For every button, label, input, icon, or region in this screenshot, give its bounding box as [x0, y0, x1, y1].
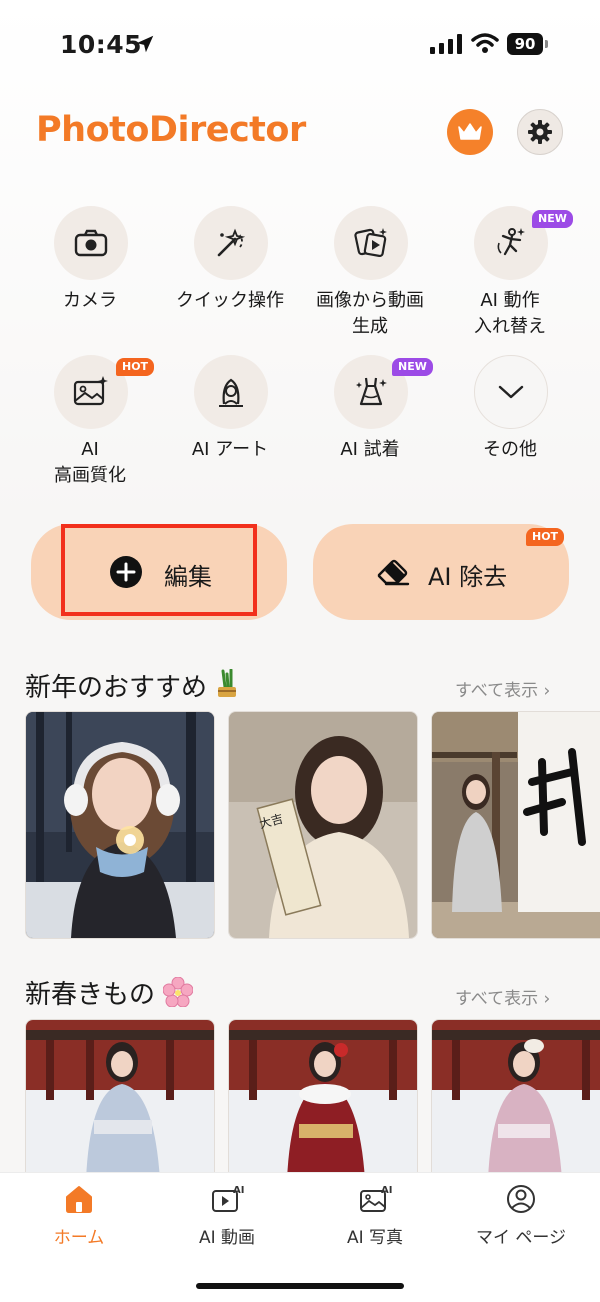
- nav-home[interactable]: ホーム: [4, 1173, 154, 1273]
- gear-icon: [528, 120, 552, 144]
- thumbnail-kimono-blue[interactable]: [25, 1019, 215, 1181]
- dance-motion-icon: [497, 228, 525, 256]
- new-badge: NEW: [532, 210, 573, 228]
- ai-photo-icon: AI: [360, 1185, 392, 1212]
- image-to-video-icon: [354, 228, 387, 258]
- chevron-down-icon: [498, 385, 524, 399]
- nav-label: ホーム: [53, 1228, 105, 1248]
- profile-icon: [507, 1185, 535, 1213]
- section-title-new-year: 新年のおすすめ: [25, 667, 239, 704]
- settings-button[interactable]: [517, 109, 563, 155]
- wifi-icon: [471, 33, 499, 53]
- cherry-blossom-icon: [162, 976, 194, 1008]
- feature-label: AI アート: [191, 439, 269, 460]
- battery-level: 90: [507, 33, 543, 55]
- ai-remove-button[interactable]: AI 除去 HOT: [313, 524, 569, 620]
- thumbnail-kimono-red[interactable]: [228, 1019, 418, 1181]
- feature-label: AI 動作 入れ替え: [474, 290, 546, 337]
- hot-badge: HOT: [526, 528, 565, 546]
- status-time: 10:45: [60, 30, 143, 59]
- feature-label: その他: [483, 439, 537, 460]
- magic-wand-icon: [217, 228, 246, 257]
- nav-label: AI 写真: [346, 1228, 404, 1248]
- thumbnail-calligraphy[interactable]: [431, 711, 600, 939]
- camera-icon: [74, 229, 108, 257]
- image-enhance-icon: [73, 376, 108, 406]
- feature-label: カメラ: [63, 290, 117, 311]
- photo-kimono-blue: [26, 1020, 214, 1180]
- home-indicator: [196, 1283, 404, 1289]
- thumbnail-kimono-pink[interactable]: [431, 1019, 600, 1181]
- crown-icon: [458, 123, 482, 140]
- app-logo: PhotoDirector: [36, 110, 306, 150]
- nav-my-page[interactable]: マイ ページ: [446, 1173, 596, 1273]
- feature-label: AI 試着: [340, 439, 400, 460]
- premium-button[interactable]: [447, 109, 493, 155]
- nav-label: AI 動画: [198, 1228, 256, 1248]
- home-icon: [66, 1186, 92, 1213]
- eraser-icon: [377, 559, 410, 586]
- kadomatsu-icon: [218, 668, 237, 697]
- hot-badge: HOT: [116, 358, 155, 376]
- svg-text:AI: AI: [381, 1185, 392, 1196]
- status-bar: 10:45 90: [0, 0, 600, 90]
- photo-kimono-red: [229, 1020, 417, 1180]
- see-all-link[interactable]: すべて表示 ›: [455, 984, 550, 1009]
- thumbnail-omikuji[interactable]: 大吉: [228, 711, 418, 939]
- nav-ai-photo[interactable]: AI AI 写真: [300, 1173, 450, 1273]
- new-badge: NEW: [392, 358, 433, 376]
- dress-icon: [356, 377, 387, 406]
- feature-label: AI 高画質化: [54, 439, 126, 486]
- see-all-link[interactable]: すべて表示 ›: [455, 676, 550, 701]
- signal-icon: [430, 34, 462, 54]
- nav-label: マイ ページ: [475, 1228, 567, 1248]
- thumbnail-sparkler[interactable]: [25, 711, 215, 939]
- photo-omikuji: 大吉: [229, 712, 417, 938]
- nav-ai-video[interactable]: AI AI 動画: [152, 1173, 302, 1273]
- feature-label: 画像から動画 生成: [316, 290, 424, 337]
- location-arrow-icon: [136, 35, 154, 53]
- art-portrait-icon: [219, 378, 243, 407]
- photo-sparkler: [26, 712, 214, 938]
- ai-remove-label: AI 除去: [428, 563, 508, 591]
- svg-text:AI: AI: [233, 1185, 244, 1196]
- photo-kimono-pink: [432, 1020, 600, 1180]
- edit-highlight-box: [61, 524, 257, 616]
- battery-indicator: 90: [507, 33, 549, 55]
- feature-label: クイック操作: [176, 290, 284, 311]
- ai-video-icon: AI: [212, 1185, 244, 1212]
- photo-calligraphy: [432, 712, 600, 938]
- section-title-kimono: 新春きもの: [25, 974, 194, 1011]
